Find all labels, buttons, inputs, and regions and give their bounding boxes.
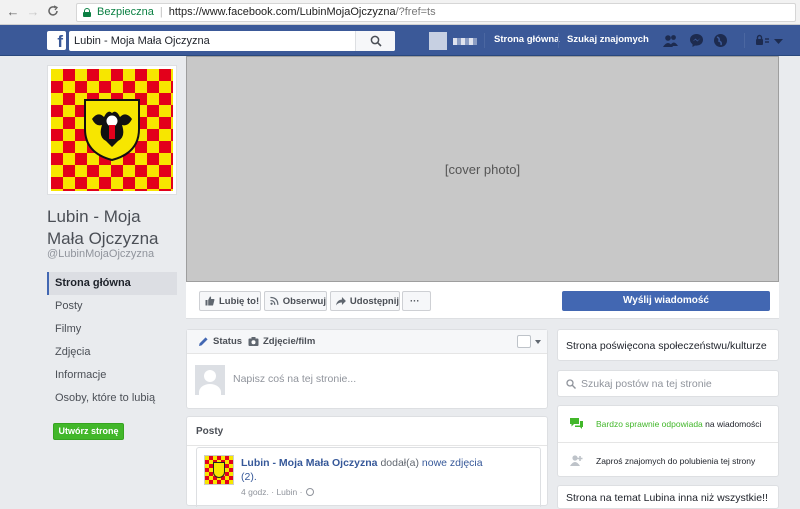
post-object-link[interactable]: nowe zdjęcia (422, 457, 483, 469)
page-category[interactable]: Strona poświęcona społeczeństwu/kulturze (557, 329, 779, 361)
responsiveness-text: Bardzo sprawnie odpowiada na wiadomości (596, 419, 761, 429)
share-label: Udostępnij (349, 295, 399, 307)
page-info-box: Bardzo sprawnie odpowiada na wiadomości … (557, 405, 779, 477)
leftnav-item-posts[interactable]: Posty (47, 295, 177, 318)
responsiveness-row: Bardzo sprawnie odpowiada na wiadomości (558, 406, 778, 442)
privacy-shortcuts-icon[interactable] (755, 33, 770, 48)
leftnav-item-likes[interactable]: Osoby, które to lubią (47, 387, 177, 410)
follow-button[interactable]: Obserwuj (264, 291, 327, 311)
forward-icon[interactable]: → (26, 5, 40, 19)
camera-icon (248, 337, 259, 346)
post-action-text: dodał(a) (380, 457, 419, 469)
back-icon[interactable]: ← (6, 5, 20, 19)
like-label: Lubię to! (219, 295, 260, 307)
search-posts-input[interactable]: Szukaj postów na tej stronie (557, 370, 779, 397)
send-message-button[interactable]: Wyślij wiadomość (562, 291, 770, 311)
friend-requests-icon[interactable] (663, 33, 678, 48)
facebook-top-bar: f Lubin - Moja Mała Ojczyzna Strona głów… (0, 25, 800, 56)
posts-heading: Posty (196, 426, 224, 437)
share-arrow-icon (336, 297, 346, 306)
url-text: https://www.facebook.com/LubinMojaOjczyz… (168, 6, 396, 18)
follow-label: Obserwuj (282, 295, 326, 307)
notifications-globe-icon[interactable] (713, 33, 728, 48)
leftnav-item-home[interactable]: Strona główna (47, 272, 177, 295)
post-author-link[interactable]: Lubin - Moja Mała Ojczyzna (241, 457, 378, 469)
post-card: Lubin - Moja Mała Ojczyzna dodał(a) nowe… (196, 447, 541, 507)
composer-input[interactable]: Napisz coś na tej stronie... (233, 373, 356, 385)
url-query: /?fref=ts (395, 6, 436, 18)
divider (484, 33, 485, 48)
coat-of-arms-image (51, 69, 173, 191)
profile-link[interactable] (429, 32, 477, 50)
post-timestamp[interactable]: 4 godz. (241, 487, 269, 497)
meta-dot: · (297, 487, 303, 497)
url-separator: | (159, 6, 163, 18)
address-bar[interactable]: Bezpieczna | https://www.facebook.com/Lu… (76, 2, 796, 22)
meta-dot: · (268, 487, 277, 497)
audience-selector-icon[interactable] (517, 335, 531, 348)
add-friend-icon (570, 455, 583, 466)
more-options-button[interactable]: ··· (402, 291, 431, 311)
cover-photo-placeholder: [cover photo] (186, 56, 779, 282)
coat-of-arms-shield-icon (84, 99, 140, 162)
divider (187, 445, 547, 446)
invite-friends-text: Zaproś znajomych do polubienia tej stron… (596, 456, 756, 466)
share-button[interactable]: Udostępnij (330, 291, 400, 311)
post-meta: 4 godz. · Lubin · (241, 487, 315, 497)
tab-status-label: Status (213, 336, 243, 347)
page-profile-picture[interactable] (47, 65, 177, 195)
invite-friends-row[interactable]: Zaproś znajomych do polubienia tej stron… (558, 442, 778, 478)
leftnav-item-videos[interactable]: Filmy (47, 318, 177, 341)
search-icon (566, 379, 576, 389)
responsiveness-strong: Bardzo sprawnie odpowiada (596, 419, 703, 429)
default-avatar-icon (195, 365, 225, 395)
post-composer: Status Zdjęcie/film Napisz coś na tej st… (186, 329, 548, 409)
browser-toolbar: ← → Bezpieczna | https://www.facebook.co… (0, 0, 800, 25)
like-button[interactable]: Lubię to! (199, 291, 261, 311)
post-author-avatar[interactable] (204, 455, 234, 485)
home-link[interactable]: Strona główna (494, 34, 559, 45)
leftnav-item-about[interactable]: Informacje (47, 364, 177, 387)
search-posts-placeholder: Szukaj postów na tej stronie (581, 378, 712, 390)
leftnav-item-photos[interactable]: Zdjęcia (47, 341, 177, 364)
post-location[interactable]: Lubin (276, 487, 297, 497)
page-description: Strona na temat Lubina inna niż wszystki… (557, 485, 779, 509)
search-button[interactable] (355, 31, 395, 51)
search-value: Lubin - Moja Mała Ojczyzna (74, 35, 210, 47)
post-photo-count[interactable]: (2). (241, 471, 257, 483)
tab-photo-video[interactable]: Zdjęcie/film (248, 336, 315, 347)
lock-icon (83, 7, 91, 17)
post-headline: Lubin - Moja Mała Ojczyzna dodał(a) nowe… (241, 456, 536, 484)
thumbs-up-icon (205, 296, 215, 306)
cover-photo[interactable]: [cover photo] (186, 56, 779, 282)
search-icon (370, 35, 382, 47)
globe-icon (306, 488, 315, 496)
chat-bubble-icon (570, 418, 583, 429)
chevron-down-icon[interactable] (535, 340, 541, 344)
page-left-nav: Strona główna Posty Filmy Zdjęcia Inform… (47, 272, 177, 410)
account-menu-caret-icon[interactable] (771, 33, 786, 48)
facebook-logo-icon[interactable]: f (47, 31, 66, 50)
composer-header: Status Zdjęcie/film (187, 330, 547, 354)
find-friends-link[interactable]: Szukaj znajomych (567, 34, 649, 45)
page-title[interactable]: Lubin - Moja Mała Ojczyzna (47, 206, 182, 250)
divider (744, 33, 745, 48)
tab-photo-video-label: Zdjęcie/film (263, 336, 316, 347)
page-username[interactable]: @LubinMojaOjczyzna (47, 248, 154, 260)
secure-label: Bezpieczna (97, 6, 154, 18)
posts-section: Posty Lubin - Moja Mała Ojczyzna dodał(a… (186, 416, 548, 507)
rss-icon (270, 296, 279, 305)
tab-status[interactable]: Status (198, 336, 242, 347)
divider (558, 33, 559, 48)
responsiveness-rest: na wiadomości (702, 419, 762, 429)
search-input[interactable]: Lubin - Moja Mała Ojczyzna (69, 31, 395, 51)
pencil-icon (199, 337, 208, 346)
messages-icon[interactable] (689, 33, 704, 48)
create-page-button[interactable]: Utwórz stronę (53, 423, 124, 440)
reload-icon[interactable] (46, 5, 60, 19)
